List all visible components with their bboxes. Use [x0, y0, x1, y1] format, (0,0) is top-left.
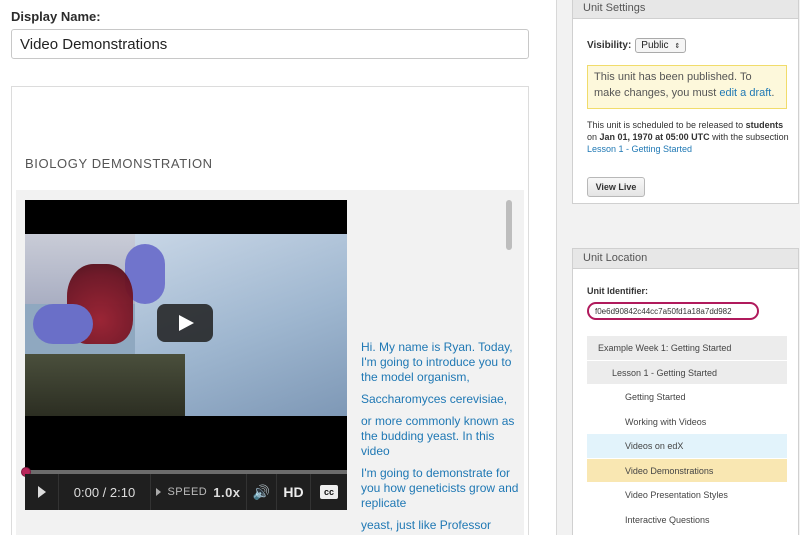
transcript-scrollbar[interactable]: [506, 200, 512, 250]
release-schedule: This unit is scheduled to be released to…: [587, 119, 795, 155]
sched-suffix: with the subsection: [712, 132, 789, 142]
tree-item-unit-current[interactable]: Video Demonstrations: [587, 458, 787, 483]
tree-item-unit[interactable]: Interactive Questions: [587, 507, 787, 532]
sched-date: Jan 01, 1970 at 05:00 UTC: [599, 132, 710, 142]
tree-item-unit[interactable]: Getting Started: [587, 385, 787, 410]
tree-item-unit-highlighted[interactable]: Videos on edX: [587, 434, 787, 459]
transcript-line[interactable]: yeast, just like Professor Lander: [361, 518, 521, 535]
unit-settings-panel: Unit Settings Visibility: Public ⇕ This u…: [572, 0, 799, 204]
tree-item-unit[interactable]: Video Presentation Styles: [587, 483, 787, 508]
notice-period: .: [771, 87, 775, 99]
video-controls: 0:00 / 2:10 SPEED 1.0x 🔊 HD cc: [25, 474, 347, 510]
transcript: Hi. My name is Ryan. Today, I'm going to…: [361, 340, 521, 535]
play-button[interactable]: [25, 474, 59, 510]
sched-audience: students: [745, 120, 784, 130]
captions-button[interactable]: cc: [311, 474, 347, 510]
transcript-line[interactable]: or more commonly known as the budding ye…: [361, 414, 521, 459]
transcript-line[interactable]: I'm going to demonstrate for you how gen…: [361, 466, 521, 511]
visibility-row: Visibility: Public ⇕: [587, 38, 687, 53]
view-live-button[interactable]: View Live: [587, 177, 645, 197]
transcript-line[interactable]: Hi. My name is Ryan. Today, I'm going to…: [361, 340, 521, 385]
section-title: BIOLOGY DEMONSTRATION: [25, 156, 213, 171]
unit-identifier-label: Unit Identifier:: [587, 286, 648, 296]
component-preview: BIOLOGY DEMONSTRATION 0:00 / 2:10 SPEED …: [11, 86, 529, 535]
cc-icon: cc: [319, 485, 338, 499]
speed-arrow-icon: [156, 488, 162, 496]
unit-settings-header: Unit Settings: [573, 0, 798, 19]
tree-item-week[interactable]: Example Week 1: Getting Started: [587, 336, 787, 361]
edit-draft-link[interactable]: edit a draft: [719, 87, 771, 99]
subsection-link[interactable]: Lesson 1 - Getting Started: [587, 144, 692, 154]
play-icon: [37, 486, 46, 498]
visibility-label: Visibility:: [587, 40, 632, 51]
visibility-select[interactable]: Public ⇕: [635, 38, 687, 53]
speed-control[interactable]: SPEED 1.0x: [151, 474, 247, 510]
speed-label: SPEED: [167, 486, 208, 498]
display-name-input[interactable]: [11, 29, 529, 59]
tree-item-unit[interactable]: Working with Videos: [587, 409, 787, 434]
sched-mid: on: [587, 132, 598, 142]
big-play-button[interactable]: [157, 304, 213, 342]
volume-button[interactable]: 🔊: [247, 474, 277, 510]
sched-prefix: This unit is scheduled to be released to: [587, 120, 744, 130]
select-arrows-icon: ⇕: [674, 43, 681, 50]
transcript-line[interactable]: Saccharomyces cerevisiae,: [361, 392, 521, 407]
video-time: 0:00 / 2:10: [59, 474, 151, 510]
video-player[interactable]: [25, 200, 347, 470]
unit-location-header: Unit Location: [573, 249, 798, 269]
volume-icon: 🔊: [252, 483, 271, 500]
unit-identifier-input[interactable]: [587, 302, 759, 320]
tree-item-lesson[interactable]: Lesson 1 - Getting Started: [587, 360, 787, 385]
published-notice: This unit has been published. To make ch…: [587, 65, 787, 109]
display-name-label: Display Name:: [11, 9, 101, 24]
course-outline-tree: Example Week 1: Getting Started Lesson 1…: [587, 336, 787, 532]
editor-panel: Display Name: BIOLOGY DEMONSTRATION: [0, 0, 557, 535]
unit-location-panel: Unit Location Unit Identifier: Example W…: [572, 248, 799, 535]
speed-value: 1.0x: [213, 484, 241, 500]
hd-button[interactable]: HD: [277, 474, 311, 510]
visibility-value: Public: [641, 40, 669, 51]
video-module: 0:00 / 2:10 SPEED 1.0x 🔊 HD cc Hi. My na…: [16, 190, 524, 535]
